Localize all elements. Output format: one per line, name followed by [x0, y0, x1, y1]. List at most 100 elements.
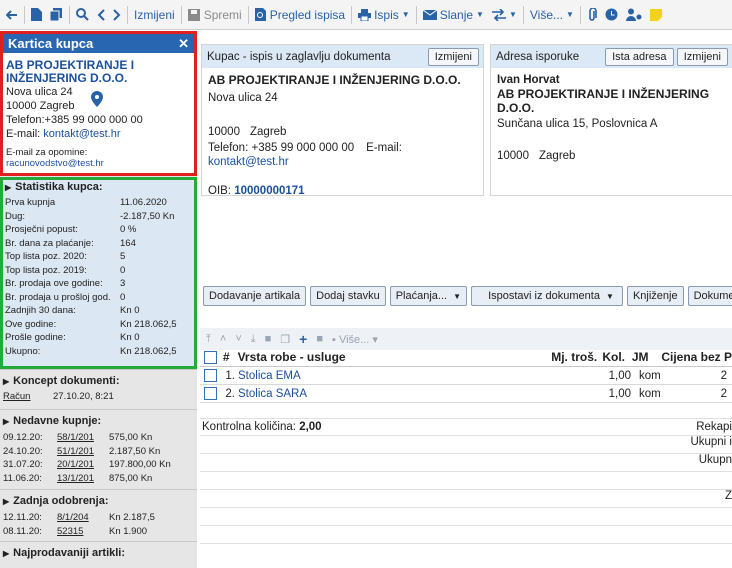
stat-value: 3 — [120, 278, 126, 290]
history-date: 31.07.20: — [3, 459, 43, 471]
history-amount: 575,00 Kn — [109, 432, 153, 444]
history-doc-link[interactable]: 20/1/201 — [57, 459, 109, 470]
more-button[interactable]: Više... ▼ — [526, 0, 578, 30]
table-row[interactable]: 1. Stolica EMA 1,00 kom 2 — [200, 367, 732, 385]
draft-doc-link[interactable]: Račun — [3, 391, 53, 402]
delete-icon[interactable]: ■ — [265, 333, 272, 345]
copy-icon[interactable] — [46, 0, 67, 30]
history-row: 31.07.20: 20/1/201 197.800,00 Kn — [3, 458, 194, 472]
next-icon[interactable] — [109, 0, 125, 30]
print-button[interactable]: Ispis ▼ — [354, 0, 414, 30]
document-actions: Dodavanje artikala Dodaj stavku Plaćanja… — [203, 286, 732, 306]
location-pin-icon[interactable] — [91, 91, 103, 107]
booking-button[interactable]: Knjiženje — [626, 286, 684, 306]
delivery-edit-button[interactable]: Izmijeni — [676, 47, 728, 66]
total-row-3: Z — [200, 490, 732, 508]
col-qty: Kol. — [602, 350, 625, 364]
user-settings-icon[interactable] — [622, 0, 646, 30]
oib-label: OIB: — [208, 185, 232, 197]
history-doc-link[interactable]: 8/1/204 — [57, 512, 109, 523]
expand-triangle-icon[interactable]: ▶ — [3, 377, 9, 386]
col-jm: JM — [631, 350, 649, 364]
grid-toolbar: ⤒ ˄ ˅ ⤓ ■ ❐ + ■ ▪ Više... ▾ — [200, 328, 732, 350]
copy-row-icon[interactable]: ❐ — [280, 333, 290, 346]
move-top-icon[interactable]: ⤒ — [206, 333, 211, 346]
history-date: 24.10.20: — [3, 445, 43, 457]
customer-edit-button[interactable]: Izmijeni — [427, 47, 479, 66]
reminder-label: E-mail za opomine: — [6, 147, 88, 158]
expand-triangle-icon[interactable]: ▶ — [3, 497, 9, 506]
add-line-button[interactable]: Dodaj stavku — [310, 286, 386, 306]
buyer-email-label: E-mail: — [366, 142, 402, 154]
recap-label: Rekapi — [696, 421, 732, 433]
document-more-button[interactable]: Dokument oz — [687, 286, 732, 306]
toolbar: Izmijeni Spremi Pregled ispisa Ispis ▼ Sl… — [0, 0, 732, 30]
add-row-icon[interactable]: + — [299, 331, 307, 347]
blank-row — [200, 526, 732, 544]
note-icon[interactable] — [646, 0, 666, 30]
send-button[interactable]: Slanje ▼ — [419, 0, 488, 30]
issue-from-document-button[interactable]: Ispostavi iz dokumenta ▼ — [471, 286, 623, 306]
col-item: Vrsta robe - usluge — [237, 350, 346, 364]
email-link[interactable]: kontakt@test.hr — [43, 128, 120, 140]
row-item-link[interactable]: Stolica SARA — [238, 388, 602, 400]
same-address-button[interactable]: Ista adresa — [605, 47, 674, 66]
history-date: 09.12.20: — [3, 432, 43, 444]
attachment-icon[interactable] — [583, 0, 601, 30]
row-checkbox[interactable] — [204, 387, 217, 400]
stat-label: Ukupno: — [5, 345, 41, 357]
customer-card-title: Kartica kupca — [8, 36, 94, 51]
chevron-down-icon: ▼ — [401, 10, 410, 19]
buyer-city: Zagreb — [250, 126, 287, 138]
draft-documents-section: ▶ Koncept dokumenti: Račun 27.10.20, 8:21 — [0, 369, 197, 414]
stat-row: Br. dana za plaćanje: 164 — [5, 237, 192, 251]
transfer-button[interactable]: ▼ — [488, 0, 521, 30]
stat-value: 0 — [120, 264, 126, 276]
row-checkbox[interactable] — [204, 369, 217, 382]
move-down-icon[interactable]: ˅ — [235, 333, 241, 345]
new-document-icon[interactable] — [27, 0, 46, 30]
stat-value: 0 — [120, 291, 126, 303]
history-doc-link[interactable]: 52315 — [57, 526, 109, 537]
row-item-link[interactable]: Stolica EMA — [238, 370, 602, 382]
stat-label: Prošle godine: — [5, 332, 66, 344]
stat-value: 11.06.2020 — [120, 197, 167, 209]
printer-icon — [358, 8, 372, 21]
add-items-button[interactable]: Dodavanje artikala — [203, 286, 307, 306]
edit-button[interactable]: Izmijeni — [130, 0, 179, 30]
grid-more-button[interactable]: ▪ Više... ▾ — [332, 333, 378, 346]
history-amount: Kn 1.900 — [109, 525, 148, 537]
stat-value: 0 % — [120, 224, 137, 236]
previous-icon[interactable] — [93, 0, 109, 30]
stop-icon[interactable]: ■ — [316, 333, 323, 345]
search-icon[interactable] — [72, 0, 93, 30]
move-up-icon[interactable]: ˄ — [220, 333, 226, 345]
history-doc-link[interactable]: 51/1/201 — [57, 446, 109, 457]
oib-value[interactable]: 10000000171 — [234, 185, 304, 197]
history-doc-link[interactable]: 13/1/201 — [57, 473, 109, 484]
chevron-down-icon: ▼ — [508, 10, 517, 19]
payments-button[interactable]: Plaćanja... ▼ — [389, 286, 468, 306]
stat-label: Br. prodaja ove godine: — [5, 278, 103, 290]
reminder-email-link[interactable]: racunovodstvo@test.hr — [6, 158, 191, 169]
history-date: 11.06.20: — [3, 472, 42, 484]
purchases-title: Nedavne kupnje: — [13, 415, 102, 427]
print-preview-button[interactable]: Pregled ispisa — [251, 0, 349, 30]
history-doc-link[interactable]: 58/1/201 — [57, 432, 109, 443]
clock-icon[interactable] — [601, 0, 622, 30]
collapse-triangle-icon[interactable]: ▶ — [5, 183, 11, 192]
expand-triangle-icon[interactable]: ▶ — [3, 549, 9, 558]
back-icon[interactable] — [2, 0, 22, 30]
table-row[interactable]: 2. Stolica SARA 1,00 kom 2 — [200, 385, 732, 403]
buyer-email-link[interactable]: kontakt@test.hr — [208, 156, 289, 168]
close-icon[interactable]: ✕ — [178, 36, 189, 51]
blank-row — [200, 472, 732, 490]
stat-row: Top lista poz. 2019: 0 — [5, 264, 192, 278]
stat-value: Kn 218.062,5 — [120, 345, 177, 357]
save-button[interactable]: Spremi — [184, 0, 246, 30]
expand-triangle-icon[interactable]: ▶ — [3, 417, 9, 426]
stat-label: Ove godine: — [5, 318, 57, 330]
select-all-checkbox[interactable] — [204, 350, 217, 364]
customer-name[interactable]: AB PROJEKTIRANJE I INŽENJERING D.O.O. — [6, 59, 191, 85]
move-bottom-icon[interactable]: ⤓ — [251, 333, 256, 346]
